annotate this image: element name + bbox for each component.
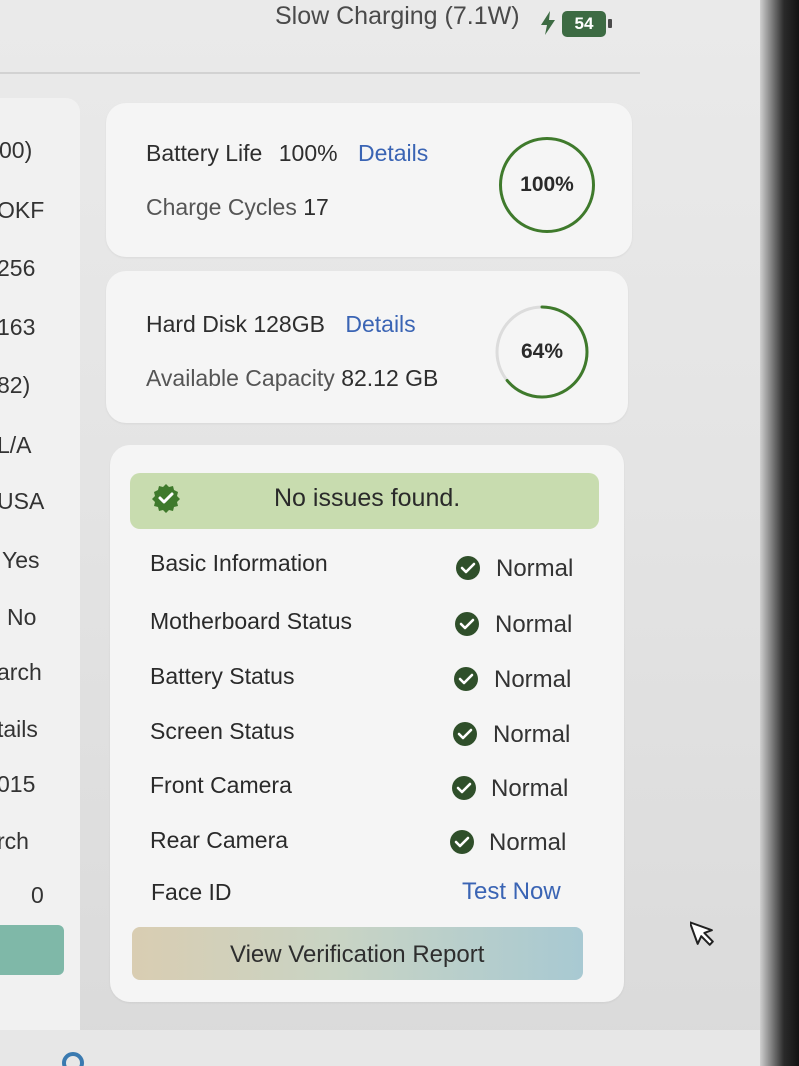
check-icon <box>456 556 480 580</box>
left-value: 0 <box>31 882 44 908</box>
battery-level-badge: 54 <box>562 11 606 37</box>
left-value[interactable]: arch <box>0 659 42 686</box>
row-status: Normal <box>491 775 569 802</box>
hard-disk-label: Hard Disk 128GB Details <box>146 311 416 338</box>
charge-cycles-value: 17 <box>303 194 329 220</box>
row-label-rear-camera: Rear Camera <box>150 827 289 853</box>
left-value: 00) <box>0 137 33 163</box>
disk-details-link[interactable]: Details <box>345 311 415 337</box>
left-value: 256 <box>0 255 36 281</box>
left-value: L/A <box>0 432 32 458</box>
bottom-panel <box>0 1030 760 1066</box>
row-label-front-camera: Front Camera <box>150 772 292 798</box>
check-icon <box>452 776 476 800</box>
row-label-motherboard-status: Motherboard Status <box>150 608 353 634</box>
hard-disk-text: Hard Disk 128GB <box>146 311 325 337</box>
left-value: 163 <box>0 314 36 340</box>
battery-life-value: 100% <box>278 140 338 166</box>
left-value[interactable]: tails <box>0 716 38 743</box>
no-issues-text: No issues found. <box>274 484 461 512</box>
shield-check-icon <box>152 484 180 513</box>
disk-usage-ring: 64% <box>494 304 590 400</box>
battery-details-link[interactable]: Details <box>358 140 428 166</box>
left-value[interactable]: rch <box>0 828 29 855</box>
row-status: Normal <box>489 829 567 856</box>
row-status: Normal <box>494 666 572 693</box>
check-icon <box>453 722 477 746</box>
mouse-cursor-icon <box>690 921 714 946</box>
disk-usage-text: 64% <box>520 340 564 363</box>
battery-health-ring: 100% <box>499 137 595 233</box>
device-info-panel: 00) OKF 256 163 82) L/A USA Yes No arch … <box>0 98 80 1048</box>
row-label-basic-information: Basic Information <box>150 550 328 576</box>
check-icon <box>455 612 479 636</box>
left-value: OKF <box>0 197 45 223</box>
row-label-screen-status: Screen Status <box>150 718 295 744</box>
report-button-label: View Verification Report <box>230 941 485 968</box>
row-label-battery-status: Battery Status <box>150 663 295 689</box>
check-icon <box>454 667 478 691</box>
available-capacity: Available Capacity 82.12 GB <box>146 365 438 392</box>
left-value: USA <box>0 488 45 514</box>
available-capacity-label: Available Capacity <box>146 365 335 391</box>
lightning-icon <box>541 11 555 35</box>
left-value: Yes <box>2 547 40 573</box>
battery-life-label: Battery Life 100% Details <box>146 140 428 167</box>
test-now-link[interactable]: Test Now <box>462 878 561 906</box>
left-value: No <box>7 604 37 630</box>
row-label-face-id: Face ID <box>151 879 232 905</box>
screen-bezel <box>760 0 799 1066</box>
left-action-button[interactable] <box>0 925 64 975</box>
row-status: Normal <box>495 611 573 638</box>
row-status: Normal <box>493 721 571 748</box>
row-status: Normal <box>496 555 574 582</box>
charging-status-text: Slow Charging (7.1W) <box>275 2 520 30</box>
left-value: 82) <box>0 372 31 398</box>
check-icon <box>450 830 474 854</box>
charge-cycles-label: Charge Cycles <box>146 194 297 220</box>
charge-cycles: Charge Cycles 17 <box>146 194 329 221</box>
divider <box>0 72 640 74</box>
battery-nub <box>608 19 612 28</box>
available-capacity-value: 82.12 GB <box>341 365 439 391</box>
left-value: 015 <box>0 771 36 797</box>
battery-life-text: Battery Life <box>146 140 263 166</box>
